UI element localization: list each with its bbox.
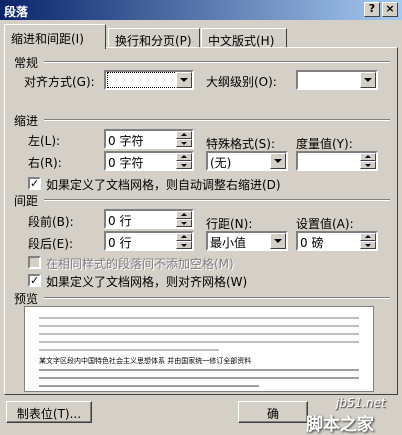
- divider: [44, 199, 390, 201]
- preview-prev-line: [39, 317, 359, 319]
- check-icon: ✓: [30, 177, 40, 190]
- preview-prev-line: [39, 349, 219, 351]
- divider: [44, 61, 390, 63]
- chevron-down-icon[interactable]: [270, 233, 286, 249]
- spin-down-icon[interactable]: [360, 241, 376, 249]
- tab-line-page-breaks[interactable]: 换行和分页(P): [108, 28, 200, 48]
- general-section-title: 常规: [14, 56, 39, 70]
- close-button[interactable]: ×: [382, 2, 398, 17]
- spin-down-icon[interactable]: [360, 161, 376, 169]
- outline-level-select[interactable]: [296, 70, 378, 90]
- watermark-site: jb51.net: [336, 396, 386, 410]
- auto-adjust-label: 如果定义了文档网格，则自动调整右缩进(D): [46, 178, 281, 192]
- alignment-value: [107, 72, 183, 88]
- tab-indent-spacing[interactable]: 缩进和间距(I): [4, 24, 106, 49]
- preview-next-line: [39, 369, 359, 371]
- alignment-select[interactable]: [104, 70, 194, 90]
- alignment-label: 对齐方式(G):: [24, 75, 95, 89]
- outline-level-label: 大纲级别(O):: [206, 75, 277, 89]
- divider: [44, 297, 390, 299]
- measure-spinner[interactable]: [296, 151, 378, 171]
- auto-adjust-checkbox[interactable]: ✓: [28, 177, 41, 190]
- chevron-down-icon[interactable]: [176, 72, 192, 88]
- preview-next-line: [39, 385, 259, 387]
- spin-down-icon[interactable]: [176, 161, 192, 169]
- title-bar: 段落 ? ×: [0, 0, 402, 20]
- line-spacing-value: 最小值: [210, 236, 247, 250]
- preview-sample-text: 某文字区段内中国特色社会主义思想体系 并由国家统一修订全部资料: [39, 357, 252, 365]
- spin-down-icon[interactable]: [176, 219, 192, 227]
- space-after-value: 0 行: [108, 236, 132, 250]
- indent-left-label: 左(L):: [28, 134, 61, 148]
- line-spacing-label: 行距(N):: [206, 217, 253, 231]
- spacing-section-title: 间距: [14, 194, 39, 208]
- indent-left-spinner[interactable]: 0 字符: [104, 129, 194, 149]
- space-before-spinner[interactable]: 0 行: [104, 209, 194, 229]
- set-value-value: 0 磅: [300, 236, 324, 250]
- spin-up-icon[interactable]: [360, 233, 376, 241]
- check-icon: ✓: [30, 274, 40, 287]
- snap-grid-checkbox[interactable]: ✓: [28, 274, 41, 287]
- help-button[interactable]: ?: [364, 2, 380, 17]
- space-before-label: 段前(B):: [28, 215, 74, 229]
- special-format-select[interactable]: (无): [206, 151, 288, 171]
- preview-section-title: 预览: [14, 292, 39, 306]
- spin-up-icon[interactable]: [176, 211, 192, 219]
- space-before-value: 0 行: [108, 214, 132, 228]
- indent-section-title: 缩进: [14, 114, 39, 128]
- spin-up-icon[interactable]: [176, 153, 192, 161]
- preview-prev-line: [39, 341, 359, 343]
- indent-right-spinner[interactable]: 0 字符: [104, 151, 194, 171]
- no-space-label: 在相同样式的段落间不添加空格(M): [46, 257, 234, 271]
- tab-asian-typography[interactable]: 中文版式(H): [201, 28, 287, 48]
- chevron-down-icon[interactable]: [270, 153, 286, 169]
- tab-strip: 缩进和间距(I) 换行和分页(P) 中文版式(H): [0, 24, 402, 49]
- set-value-label: 设置值(A):: [296, 217, 354, 231]
- preview-prev-line: [39, 325, 359, 327]
- preview-box: 某文字区段内中国特色社会主义思想体系 并由国家统一修订全部资料: [24, 306, 374, 392]
- divider: [44, 119, 390, 121]
- spin-down-icon[interactable]: [176, 241, 192, 249]
- special-format-label: 特殊格式(S):: [206, 137, 276, 151]
- spin-down-icon[interactable]: [176, 139, 192, 147]
- indent-right-value: 0 字符: [108, 156, 144, 170]
- measure-label: 度量值(Y):: [296, 137, 353, 151]
- ok-button[interactable]: 确: [238, 401, 308, 423]
- tabs-button[interactable]: 制表位(T)...: [6, 401, 92, 423]
- snap-grid-label: 如果定义了文档网格，则对齐网格(W): [46, 275, 248, 289]
- spin-up-icon[interactable]: [176, 233, 192, 241]
- indent-left-value: 0 字符: [108, 134, 144, 148]
- preview-next-line: [39, 377, 359, 379]
- window-title: 段落: [4, 5, 29, 19]
- spin-up-icon[interactable]: [176, 131, 192, 139]
- space-after-spinner[interactable]: 0 行: [104, 231, 194, 251]
- special-format-value: (无): [210, 156, 232, 170]
- preview-prev-line: [39, 333, 359, 335]
- no-space-checkbox[interactable]: [28, 256, 41, 269]
- spin-up-icon[interactable]: [360, 153, 376, 161]
- space-after-label: 段后(E):: [28, 237, 73, 251]
- indent-right-label: 右(R):: [28, 156, 62, 170]
- line-spacing-select[interactable]: 最小值: [206, 231, 288, 251]
- watermark-name: 脚本之家: [306, 415, 374, 435]
- set-value-spinner[interactable]: 0 磅: [296, 231, 378, 251]
- chevron-down-icon[interactable]: [360, 72, 376, 88]
